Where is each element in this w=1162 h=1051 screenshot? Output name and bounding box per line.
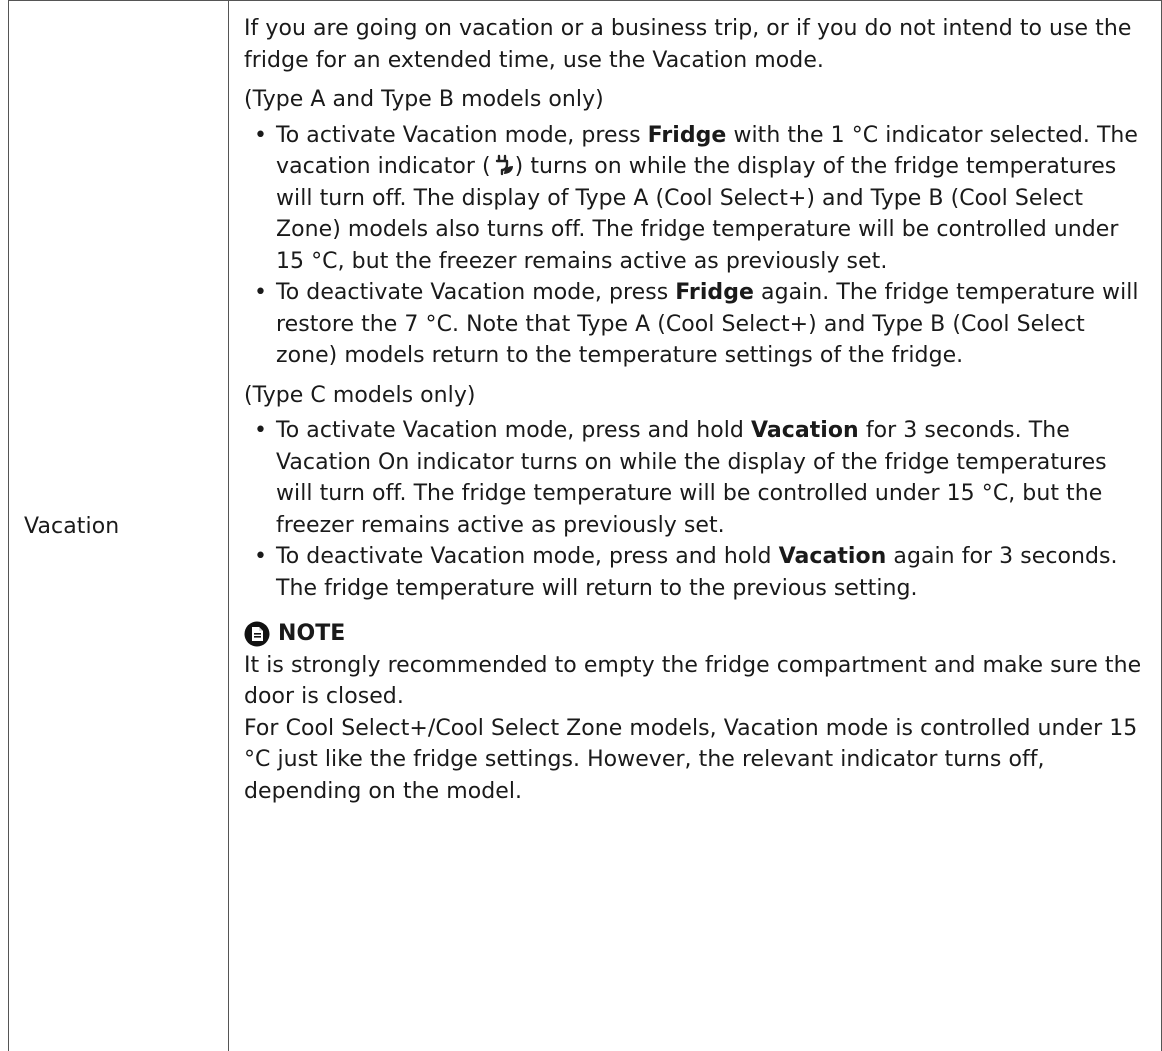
vacation-table: Vacation If you are going on vacation or… bbox=[8, 0, 1162, 1051]
fridge-button-ref: Fridge bbox=[675, 280, 754, 305]
vacation-button-ref: Vacation bbox=[778, 544, 887, 569]
row-label: Vacation bbox=[24, 513, 120, 539]
note-paragraph: It is strongly recommended to empty the … bbox=[244, 652, 1142, 710]
bullet-icon: • bbox=[254, 280, 268, 305]
vacation-button-ref: Vacation bbox=[750, 418, 859, 443]
bullet-icon: • bbox=[254, 544, 268, 569]
section-ab-list: • To activate Vacation mode, press Fridg… bbox=[244, 120, 1145, 372]
list-item: • To activate Vacation mode, press and h… bbox=[244, 415, 1145, 541]
section-c-heading: (Type C models only) bbox=[244, 382, 476, 408]
section-c-list: • To activate Vacation mode, press and h… bbox=[244, 415, 1145, 604]
note-paragraph: For Cool Select+/Cool Select Zone models… bbox=[244, 715, 1138, 804]
plug-leaf-icon bbox=[491, 153, 515, 177]
bullet-icon: • bbox=[254, 418, 268, 443]
note-title: NOTE bbox=[278, 621, 346, 646]
list-item: • To deactivate Vacation mode, press Fri… bbox=[244, 277, 1145, 372]
section-ab-heading: (Type A and Type B models only) bbox=[244, 87, 604, 112]
list-item: • To activate Vacation mode, press Fridg… bbox=[244, 120, 1145, 278]
list-item: • To deactivate Vacation mode, press and… bbox=[244, 541, 1145, 604]
note-header: NOTE bbox=[244, 618, 1145, 650]
fridge-button-ref: Fridge bbox=[647, 122, 727, 148]
intro-paragraph: If you are going on vacation or a busine… bbox=[244, 16, 1132, 73]
content-cell: If you are going on vacation or a busine… bbox=[229, 1, 1161, 1051]
note-document-icon bbox=[244, 621, 270, 647]
row-label-cell: Vacation bbox=[9, 1, 229, 1051]
bullet-icon: • bbox=[254, 122, 268, 148]
